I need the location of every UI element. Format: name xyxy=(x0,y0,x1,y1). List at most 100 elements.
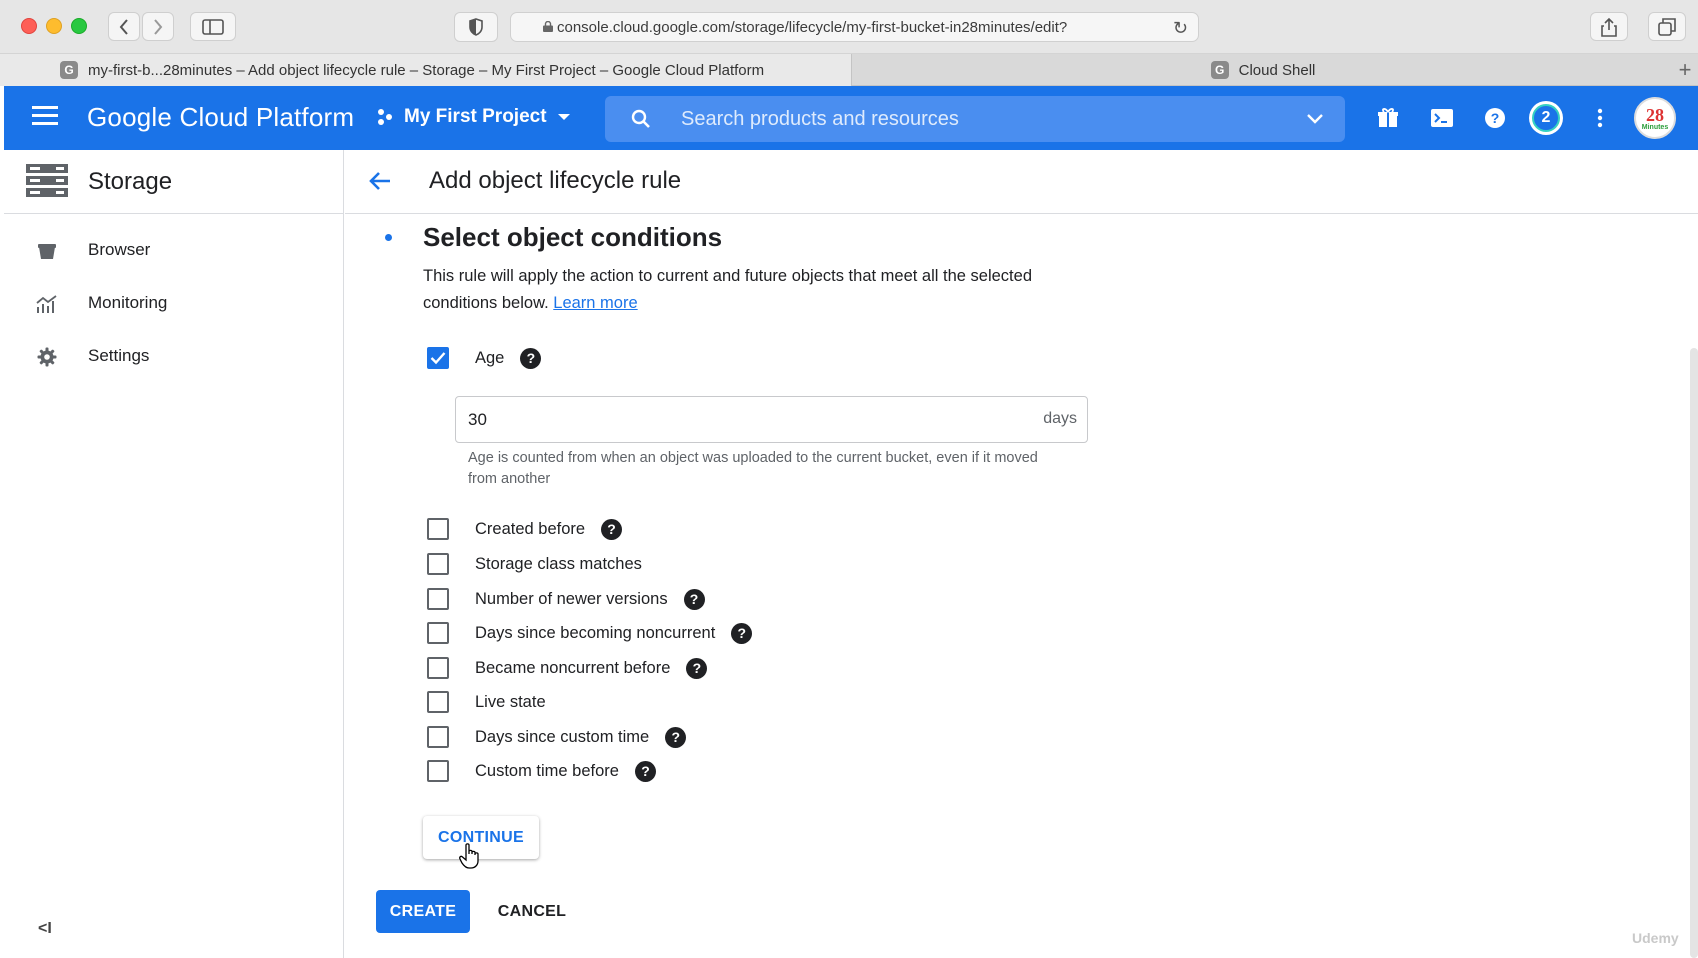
condition-days-custom-time: Days since custom time ? xyxy=(427,724,687,750)
condition-label: Became noncurrent before xyxy=(475,658,671,677)
help-icon[interactable]: ? xyxy=(520,347,542,369)
cancel-button[interactable]: CANCEL xyxy=(485,890,579,933)
main-content: Add object lifecycle rule Select object … xyxy=(345,150,1698,958)
hand-cursor-icon xyxy=(459,843,479,869)
tabs-overview-button[interactable] xyxy=(1648,12,1686,41)
age-input[interactable] xyxy=(468,409,968,431)
watermark: Udemy xyxy=(1632,930,1679,946)
new-tab-button[interactable]: + xyxy=(1672,54,1698,86)
storage-class-checkbox[interactable] xyxy=(427,553,449,575)
age-checkbox[interactable] xyxy=(427,347,449,369)
sidebar-item-label: Settings xyxy=(88,346,150,365)
avatar-sub: Minutes xyxy=(1641,123,1669,131)
condition-storage-class: Storage class matches xyxy=(427,551,642,577)
sidebar-item-settings[interactable]: Settings xyxy=(4,336,344,376)
age-hint: Age is counted from when an object was u… xyxy=(468,450,1038,487)
minimize-window-button[interactable] xyxy=(46,18,62,34)
gear-icon xyxy=(36,346,58,368)
sidebar-item-monitoring[interactable]: Monitoring xyxy=(4,283,344,323)
sidebar-item-label: Monitoring xyxy=(88,293,168,312)
search-input[interactable] xyxy=(681,104,1281,134)
menu-icon[interactable] xyxy=(32,106,58,128)
share-button[interactable] xyxy=(1590,12,1628,41)
share-icon xyxy=(1601,17,1617,37)
condition-label: Live state xyxy=(475,692,546,711)
age-label: Age xyxy=(475,348,505,367)
help-icon[interactable]: ? xyxy=(634,760,656,782)
sidebar-title: Storage xyxy=(88,168,173,195)
description-text: This rule will apply the action to curre… xyxy=(423,267,1032,312)
notifications-count: 2 xyxy=(1532,104,1560,132)
tabs-icon xyxy=(1658,17,1676,36)
condition-label: Days since becoming noncurrent xyxy=(475,623,716,642)
created-before-checkbox[interactable] xyxy=(427,518,449,540)
condition-live-state: Live state xyxy=(427,689,546,715)
checkmark-icon xyxy=(430,352,446,365)
notifications-badge[interactable]: 2 xyxy=(1529,101,1563,135)
search-bar[interactable] xyxy=(605,96,1345,142)
section-description: This rule will apply the action to curre… xyxy=(423,263,1043,317)
back-button[interactable] xyxy=(108,12,140,41)
zoom-window-button[interactable] xyxy=(71,18,87,34)
browser-tab-active[interactable]: G my-first-b...28minutes – Add object li… xyxy=(0,54,852,86)
help-icon[interactable]: ? xyxy=(665,726,687,748)
collapse-sidebar-button[interactable]: <I xyxy=(38,920,52,938)
sidebar-toggle-button[interactable] xyxy=(190,12,236,41)
url-text: console.cloud.google.com/storage/lifecyc… xyxy=(557,18,1068,36)
browser-titlebar: console.cloud.google.com/storage/lifecyc… xyxy=(0,0,1698,54)
brand-logo[interactable]: Google Cloud Platform xyxy=(87,102,354,133)
learn-more-link[interactable]: Learn more xyxy=(553,294,637,312)
condition-custom-time-before: Custom time before ? xyxy=(427,758,656,784)
avatar-number: 28 xyxy=(1646,104,1664,125)
tab-favicon: G xyxy=(1210,61,1229,79)
project-selector[interactable]: My First Project xyxy=(376,106,571,128)
close-window-button[interactable] xyxy=(21,18,37,34)
gift-icon[interactable] xyxy=(1374,104,1402,132)
noncurrent-before-checkbox[interactable] xyxy=(427,657,449,679)
privacy-button[interactable] xyxy=(454,12,498,42)
help-icon[interactable]: ? xyxy=(686,657,708,679)
live-state-checkbox[interactable] xyxy=(427,691,449,713)
tab-title: Cloud Shell xyxy=(1238,61,1316,79)
age-days-field[interactable]: days xyxy=(455,396,1088,443)
cloud-shell-icon[interactable] xyxy=(1428,104,1456,132)
url-bar[interactable]: console.cloud.google.com/storage/lifecyc… xyxy=(510,12,1199,42)
help-icon[interactable]: ? xyxy=(683,588,705,610)
help-icon[interactable]: ? xyxy=(601,518,623,540)
browser-tab-cloud-shell[interactable]: G Cloud Shell xyxy=(853,54,1673,86)
chevron-down-icon[interactable] xyxy=(1305,108,1325,128)
age-suffix: days xyxy=(1043,410,1077,427)
tab-title: my-first-b...28minutes – Add object life… xyxy=(88,61,765,79)
newer-versions-checkbox[interactable] xyxy=(427,588,449,610)
section-title: Select object conditions xyxy=(423,222,723,252)
tab-favicon: G xyxy=(60,61,78,79)
storage-icon xyxy=(26,164,68,197)
help-icon[interactable]: ? xyxy=(1481,104,1509,132)
help-icon[interactable]: ? xyxy=(731,622,753,644)
chart-icon xyxy=(36,293,58,315)
days-custom-time-checkbox[interactable] xyxy=(427,726,449,748)
caret-down-icon xyxy=(557,114,570,120)
condition-days-noncurrent: Days since becoming noncurrent ? xyxy=(427,620,753,646)
step-indicator-dot xyxy=(385,234,392,241)
forward-button[interactable] xyxy=(142,12,174,41)
sidebar-item-browser[interactable]: Browser xyxy=(4,230,344,270)
condition-label: Storage class matches xyxy=(475,554,642,573)
condition-created-before: Created before ? xyxy=(427,516,623,542)
back-arrow-icon[interactable] xyxy=(368,170,392,192)
project-dots-icon xyxy=(378,109,392,125)
create-button[interactable]: CREATE xyxy=(376,890,470,933)
condition-label: Custom time before xyxy=(475,761,619,780)
condition-newer-versions: Number of newer versions ? xyxy=(427,586,705,612)
reload-icon[interactable]: ↻ xyxy=(1173,18,1188,39)
sidebar-header: Storage xyxy=(4,150,344,214)
more-vert-icon[interactable] xyxy=(1586,104,1614,132)
days-noncurrent-checkbox[interactable] xyxy=(427,622,449,644)
main-header: Add object lifecycle rule xyxy=(345,150,1698,214)
project-name: My First Project xyxy=(404,106,547,127)
scrollbar[interactable] xyxy=(1690,348,1698,958)
condition-label: Number of newer versions xyxy=(475,589,668,608)
custom-time-before-checkbox[interactable] xyxy=(427,760,449,782)
continue-button[interactable]: CONTINUE xyxy=(423,816,539,859)
account-avatar[interactable]: 28 Minutes xyxy=(1634,97,1676,139)
